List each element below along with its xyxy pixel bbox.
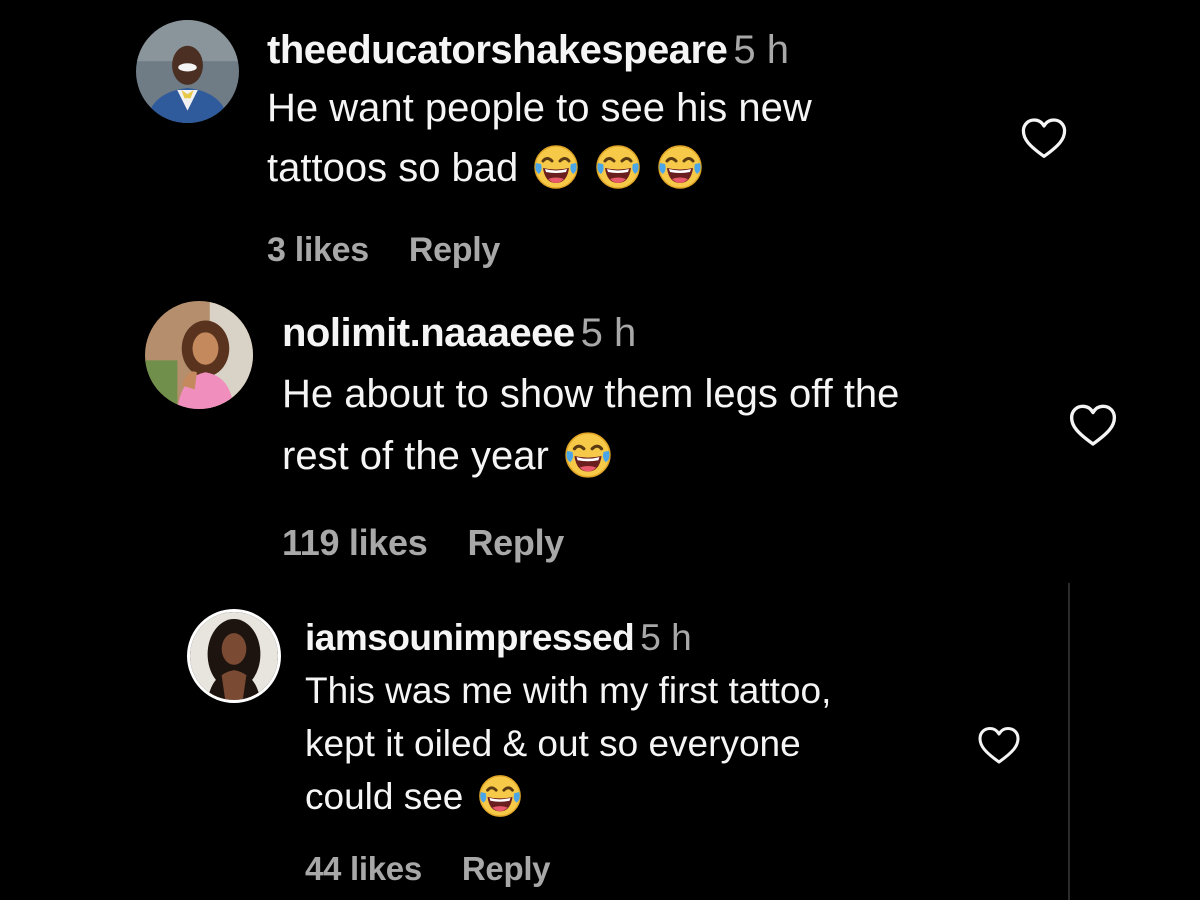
comment-username[interactable]: nolimit.naaaeee [282,311,575,355]
face-with-tears-of-joy-icon [594,143,642,191]
comment-text-line: He want people to see his new [267,86,812,130]
comment-text-line: He about to show them legs off the [282,372,900,416]
likes-count[interactable]: 119 likes [282,522,428,563]
comment-time: 5 h [640,617,692,658]
comment-text-line: kept it oiled & out so everyone [305,723,801,764]
thread-divider [1068,583,1070,900]
comment-username[interactable]: theeducatorshakespeare [267,28,728,72]
avatar[interactable] [145,301,253,409]
face-with-tears-of-joy-icon [656,143,704,191]
heart-outline-icon[interactable] [1066,399,1120,453]
comment-meta: 3 likes Reply [267,231,500,270]
comment-text: rest of the year [282,434,549,478]
face-with-tears-of-joy-icon [532,143,580,191]
heart-outline-icon[interactable] [1018,113,1070,165]
comment-meta: 44 likes Reply [305,850,551,888]
likes-count[interactable]: 44 likes [305,850,422,887]
reply-button[interactable]: Reply [462,850,551,887]
comment-text-line: tattoos so bad [267,146,704,191]
comment-meta: 119 likes Reply [282,522,564,564]
likes-count[interactable]: 3 likes [267,231,369,269]
comment-time: 5 h [733,28,789,72]
comment-text: could see [305,776,464,817]
avatar[interactable] [136,20,239,123]
face-with-tears-of-joy-icon [563,430,613,480]
comment-username[interactable]: iamsounimpressed [305,617,635,658]
comment-text: tattoos so bad [267,146,519,190]
reply-button[interactable]: Reply [467,522,564,563]
reply-button[interactable]: Reply [409,231,500,269]
comment-text-line: rest of the year [282,434,613,480]
comment-time: 5 h [580,311,637,355]
comment-text-line: This was me with my first tattoo, [305,670,832,711]
avatar[interactable] [187,609,281,703]
comment-text-line: could see [305,776,523,819]
heart-outline-icon[interactable] [975,722,1023,770]
face-with-tears-of-joy-icon [477,773,523,819]
